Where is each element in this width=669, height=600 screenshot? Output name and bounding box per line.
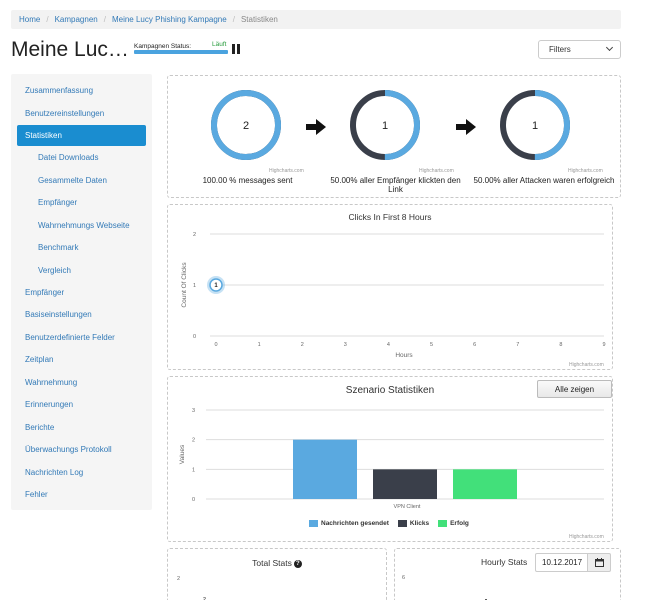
sidebar-item-vergleich[interactable]: Vergleich	[38, 266, 71, 275]
campaign-status-label: Kampagnen Status:	[134, 43, 192, 50]
sidebar: Zusammenfassung Benutzereinstellungen St…	[11, 74, 152, 510]
x-tick-label: 4	[387, 342, 390, 348]
sidebar-item-benchmark[interactable]: Benchmark	[38, 243, 78, 252]
donut-value: 1	[382, 120, 388, 132]
donut-value: 1	[532, 120, 538, 132]
sidebar-item-wahrnehmung[interactable]: Wahrnehmung	[25, 378, 77, 387]
total-stats-y-tick: 2	[177, 576, 180, 582]
filters-dropdown[interactable]: Filters	[538, 40, 621, 59]
y-tick-label: 0	[193, 334, 196, 340]
x-category-label: VPN Client	[394, 504, 421, 510]
breadcrumb-campaigns[interactable]: Kampagnen	[55, 15, 98, 24]
legend-item[interactable]: Klicks	[397, 520, 430, 527]
total-stats-panel: Total Stats? 2 2	[167, 548, 387, 600]
chevron-down-icon	[605, 43, 614, 52]
legend-label: Nachrichten gesendet	[321, 520, 389, 527]
donut-chart: 2	[211, 90, 281, 160]
sidebar-item-nachrichten-log[interactable]: Nachrichten Log	[25, 468, 83, 477]
campaign-status: Kampagnen Status: Läuft	[134, 41, 258, 54]
highcharts-credit: Highcharts.com	[568, 168, 603, 174]
y-axis-title: Values	[179, 444, 186, 464]
breadcrumb-current: Statistiken	[240, 15, 278, 24]
y-axis-title: Count Of Clicks	[181, 262, 188, 308]
y-tick-label: 2	[193, 232, 196, 238]
bar-klicks[interactable]	[373, 469, 437, 499]
sidebar-item-basiseinstellungen[interactable]: Basiseinstellungen	[25, 310, 92, 319]
legend-swatch	[438, 520, 448, 527]
y-tick-label: 0	[192, 497, 195, 503]
x-tick-label: 5	[430, 342, 433, 348]
x-tick-label: 6	[473, 342, 476, 348]
hourly-stats-y-tick: 6	[402, 575, 405, 581]
highcharts-credit: Highcharts.com	[569, 534, 604, 540]
donut-caption-sent: 100.00 % messages sent	[202, 176, 293, 185]
scenario-legend: Nachrichten gesendet Klicks Erfolg	[309, 520, 478, 527]
breadcrumb-separator: /	[232, 15, 235, 24]
highcharts-credit: Highcharts.com	[569, 362, 604, 368]
breadcrumb-home[interactable]: Home	[19, 15, 40, 24]
highcharts-credit: Highcharts.com	[419, 168, 454, 174]
x-tick-label: 7	[516, 342, 519, 348]
clicks-chart: 0120 1 2 3 4 5 6 7 8 9HoursCount Of Clicks 1	[181, 232, 606, 359]
breadcrumb-campaign[interactable]: Meine Lucy Phishing Kampagne	[112, 15, 227, 24]
bar-nachrichten-gesendet[interactable]	[293, 439, 357, 499]
arrow-right-icon	[306, 119, 326, 135]
x-tick-label: 2	[301, 342, 304, 348]
scenario-chart: 0 1 2 3 Values VPN Client	[179, 408, 604, 510]
sidebar-item-gesammelte-daten[interactable]: Gesammelte Daten	[38, 176, 107, 185]
clicks-chart-panel: Clicks In First 8 Hours 0 1 2 0 1 2 3 4 5 6 7 8 9 Hou…	[167, 204, 613, 370]
sidebar-item-berichte[interactable]: Berichte	[25, 423, 54, 432]
legend-swatch	[397, 520, 407, 527]
total-stats-chart: 2 2	[177, 576, 206, 600]
breadcrumb-separator: /	[103, 15, 106, 24]
legend-label: Erfolg	[450, 520, 469, 527]
arrow-right-icon	[456, 119, 476, 135]
hourly-stats-panel: Hourly Stats 10.12.2017 6	[394, 548, 621, 600]
legend-item[interactable]: Erfolg	[438, 520, 469, 527]
x-tick-label: 0	[214, 342, 217, 348]
x-tick-label: 8	[559, 342, 562, 348]
sidebar-item-empfaenger-sub[interactable]: Empfänger	[38, 198, 77, 207]
donut-value: 2	[243, 120, 249, 132]
y-tick-label: 1	[192, 467, 195, 473]
highcharts-credit: Highcharts.com	[269, 168, 304, 174]
legend-label: Klicks	[409, 520, 430, 527]
pause-icon[interactable]	[232, 44, 240, 54]
x-tick-label: 9	[602, 342, 605, 348]
sidebar-item-fehler[interactable]: Fehler	[25, 490, 48, 499]
y-tick-label: 3	[192, 408, 195, 414]
donut-chart: 1	[500, 90, 570, 160]
funnel-panel: 2 1 1 Highcharts.com Highcharts.com Highch…	[167, 75, 621, 198]
donut-caption-success: 50.00% aller Attacken waren erfolgreich	[473, 176, 615, 185]
breadcrumb: Home / Kampagnen / Meine Lucy Phishing K…	[11, 10, 621, 29]
sidebar-item-ueberwachungs-protokoll[interactable]: Überwachungs Protokoll	[25, 445, 112, 454]
sidebar-item-zeitplan[interactable]: Zeitplan	[25, 355, 53, 364]
campaign-status-value: Läuft	[212, 41, 227, 48]
y-tick-label: 1	[193, 283, 196, 289]
legend-swatch	[309, 520, 318, 527]
hourly-stats-chart: 6	[402, 575, 487, 600]
sidebar-item-benutzereinstellungen[interactable]: Benutzereinstellungen	[25, 109, 104, 118]
donut-chart: 1	[350, 90, 420, 160]
scenario-chart-panel: Szenario Statistiken Alle zeigen 0 1 2 3 Val…	[167, 376, 613, 542]
campaign-status-bar	[134, 50, 228, 54]
sidebar-item-zusammenfassung[interactable]: Zusammenfassung	[25, 86, 93, 95]
legend-item[interactable]: Nachrichten gesendet	[309, 520, 389, 527]
sidebar-item-datei-downloads[interactable]: Datei Downloads	[38, 153, 98, 162]
sidebar-item-statistiken[interactable]: Statistiken	[17, 125, 146, 146]
bar-erfolg[interactable]	[453, 469, 517, 499]
sidebar-item-erinnerungen[interactable]: Erinnerungen	[25, 400, 73, 409]
y-tick-label: 2	[192, 438, 195, 444]
filters-label: Filters	[549, 45, 571, 54]
page-title: Meine Luc…	[11, 38, 129, 61]
x-axis-title: Hours	[395, 352, 413, 359]
breadcrumb-separator: /	[46, 15, 49, 24]
donut-caption-clicked: 50.00% aller Empfänger klickten den Link	[330, 176, 461, 194]
x-tick-label: 3	[344, 342, 347, 348]
x-tick-label: 1	[258, 342, 261, 348]
sidebar-item-wahrnehmungs-webseite[interactable]: Wahrnehmungs Webseite	[38, 221, 130, 230]
sidebar-item-empfaenger[interactable]: Empfänger	[25, 288, 64, 297]
sidebar-item-benutzerdefinierte-felder[interactable]: Benutzerdefinierte Felder	[25, 333, 115, 342]
